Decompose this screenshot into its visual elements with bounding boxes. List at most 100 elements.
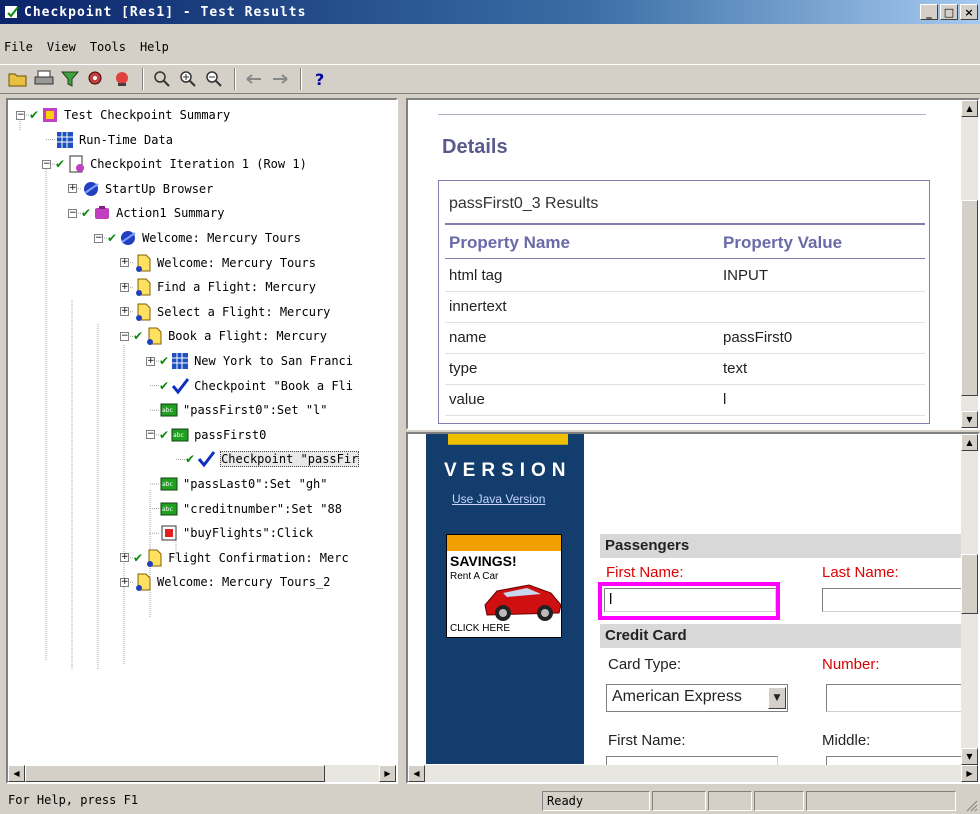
svg-text:abc: abc — [162, 481, 173, 488]
snapshot-pane: VERSION Use Java Version SAVINGS! Rent A… — [406, 432, 980, 784]
expand-icon[interactable]: + — [68, 184, 77, 194]
expand-icon[interactable]: + — [120, 553, 129, 563]
help-button[interactable]: ? — [308, 67, 332, 91]
scroll-down-button[interactable]: ▼ — [961, 748, 978, 765]
tree-item[interactable]: + ✔ Flight Confirmation: Merc — [120, 547, 349, 569]
tree-item[interactable]: "buyFlights":Click — [146, 522, 313, 544]
card-type-select[interactable]: American Express ▼ — [606, 684, 788, 712]
menu-view[interactable]: View — [47, 40, 76, 54]
expand-icon[interactable]: + — [120, 577, 129, 587]
find-button[interactable] — [84, 67, 108, 91]
menu-help[interactable]: Help — [140, 40, 169, 54]
filter-icon — [60, 71, 80, 87]
scroll-thumb[interactable] — [961, 200, 978, 396]
table-row: value l — [445, 385, 925, 416]
minimize-button[interactable]: _ — [920, 4, 938, 20]
tree-item[interactable]: − ✔ Welcome: Mercury Tours — [94, 227, 301, 249]
zoom-fit-icon — [154, 71, 170, 87]
property-name: name — [449, 329, 487, 346]
collapse-icon[interactable]: − — [94, 233, 103, 243]
scroll-thumb[interactable] — [961, 554, 978, 614]
tree-item[interactable]: ✔ Checkpoint "Book a Fli — [146, 375, 353, 397]
tree-item-label: Action1 Summary — [116, 206, 225, 221]
browser-icon — [84, 181, 99, 196]
rent-car-ad[interactable]: SAVINGS! Rent A Car CLICK HERE — [446, 534, 562, 638]
tree-item[interactable]: + Welcome: Mercury Tours — [120, 252, 316, 274]
checkmark-icon: ✔ — [133, 550, 144, 565]
details-vertical-scrollbar[interactable]: ▲ ▼ — [961, 100, 978, 428]
expand-icon[interactable]: + — [146, 356, 155, 366]
expand-icon[interactable]: + — [120, 282, 129, 292]
tree-horizontal-scrollbar[interactable]: ◀ ▶ — [8, 765, 396, 782]
tree-item[interactable]: Run-Time Data — [42, 129, 173, 151]
tree-item[interactable]: − ✔ abc passFirst0 — [146, 424, 266, 446]
resize-grip-icon[interactable] — [964, 798, 978, 812]
table-row: name passFirst0 — [445, 323, 925, 354]
maximize-button[interactable]: □ — [940, 4, 958, 20]
card-type-label: Card Type: — [608, 656, 682, 673]
snapshot-vertical-scrollbar[interactable]: ▲ ▼ — [961, 434, 978, 765]
summary-icon — [43, 108, 58, 122]
scroll-up-button[interactable]: ▲ — [961, 434, 978, 451]
tree-item[interactable]: abc "passFirst0":Set "l" — [146, 399, 328, 421]
collapse-icon[interactable]: − — [120, 331, 129, 341]
scroll-down-button[interactable]: ▼ — [961, 411, 978, 428]
maximize-icon: □ — [943, 5, 955, 19]
checkpoint-icon — [197, 451, 216, 468]
collapse-icon[interactable]: − — [42, 159, 51, 169]
find-next-button[interactable] — [110, 67, 134, 91]
tree-item[interactable]: − ✔ Test Checkpoint Summary — [16, 104, 230, 126]
tree-item[interactable]: abc "creditnumber":Set "88 — [146, 498, 342, 520]
ad-click-here: CLICK HERE — [450, 623, 511, 634]
scroll-right-button[interactable]: ▶ — [961, 765, 978, 782]
scroll-thumb[interactable] — [25, 765, 325, 782]
checkmark-icon: ✔ — [159, 354, 170, 368]
card-number-input[interactable] — [826, 684, 962, 712]
property-name: innertext — [449, 298, 507, 315]
tree-item[interactable]: − ✔ Book a Flight: Mercury — [120, 325, 327, 347]
menu-tools[interactable]: Tools — [90, 40, 126, 54]
back-button[interactable] — [242, 67, 266, 91]
tree-item-label: StartUp Browser — [105, 181, 214, 196]
details-divider — [438, 114, 926, 115]
scroll-left-button[interactable]: ◀ — [408, 765, 425, 782]
zoom-out-button[interactable] — [202, 67, 226, 91]
java-version-link[interactable]: Use Java Version — [452, 492, 545, 506]
tree-item[interactable]: + ✔ New York to San Franci — [146, 350, 353, 372]
scroll-left-button[interactable]: ◀ — [8, 765, 25, 782]
tree-item[interactable]: + Welcome: Mercury Tours_2 — [120, 571, 330, 593]
zoom-fit-button[interactable] — [150, 67, 174, 91]
ad-savings-text: SAVINGS! — [450, 553, 517, 569]
expand-icon[interactable]: + — [120, 258, 129, 268]
collapse-icon[interactable]: − — [16, 110, 25, 120]
forward-button[interactable] — [268, 67, 292, 91]
checkmark-icon: ✔ — [29, 108, 40, 122]
tree-item[interactable]: ✔ Checkpoint "passFir — [172, 448, 360, 470]
tree-item[interactable]: + Find a Flight: Mercury — [120, 276, 316, 298]
tree-item[interactable]: + Select a Flight: Mercury — [120, 301, 330, 323]
menu-file[interactable]: File — [4, 40, 33, 54]
svg-text:?: ? — [315, 70, 324, 88]
page-icon — [147, 549, 162, 567]
filter-button[interactable] — [58, 67, 82, 91]
last-name-input[interactable] — [822, 588, 962, 612]
collapse-icon[interactable]: − — [146, 430, 155, 440]
scroll-up-button[interactable]: ▲ — [961, 100, 978, 117]
zoom-in-button[interactable] — [176, 67, 200, 91]
open-button[interactable] — [6, 67, 30, 91]
expand-icon[interactable]: + — [120, 307, 129, 317]
scroll-right-button[interactable]: ▶ — [379, 765, 396, 782]
folder-open-icon — [8, 73, 27, 87]
tree-item[interactable]: − ✔ Action1 Summary — [68, 202, 224, 224]
chevron-down-icon[interactable]: ▼ — [768, 687, 786, 709]
tree-item[interactable]: abc "passLast0":Set "gh" — [146, 473, 328, 495]
tree-item[interactable]: + StartUp Browser — [68, 178, 213, 200]
print-button[interactable] — [32, 67, 56, 91]
snapshot-horizontal-scrollbar[interactable]: ◀ ▶ — [408, 765, 978, 782]
close-button[interactable]: × — [960, 4, 978, 20]
checkmark-icon: ✔ — [133, 329, 144, 344]
card-type-value: American Express — [612, 688, 742, 705]
zoom-in-icon — [180, 71, 196, 87]
collapse-icon[interactable]: − — [68, 208, 77, 218]
tree-item[interactable]: − ✔ Checkpoint Iteration 1 (Row 1) — [42, 153, 307, 175]
